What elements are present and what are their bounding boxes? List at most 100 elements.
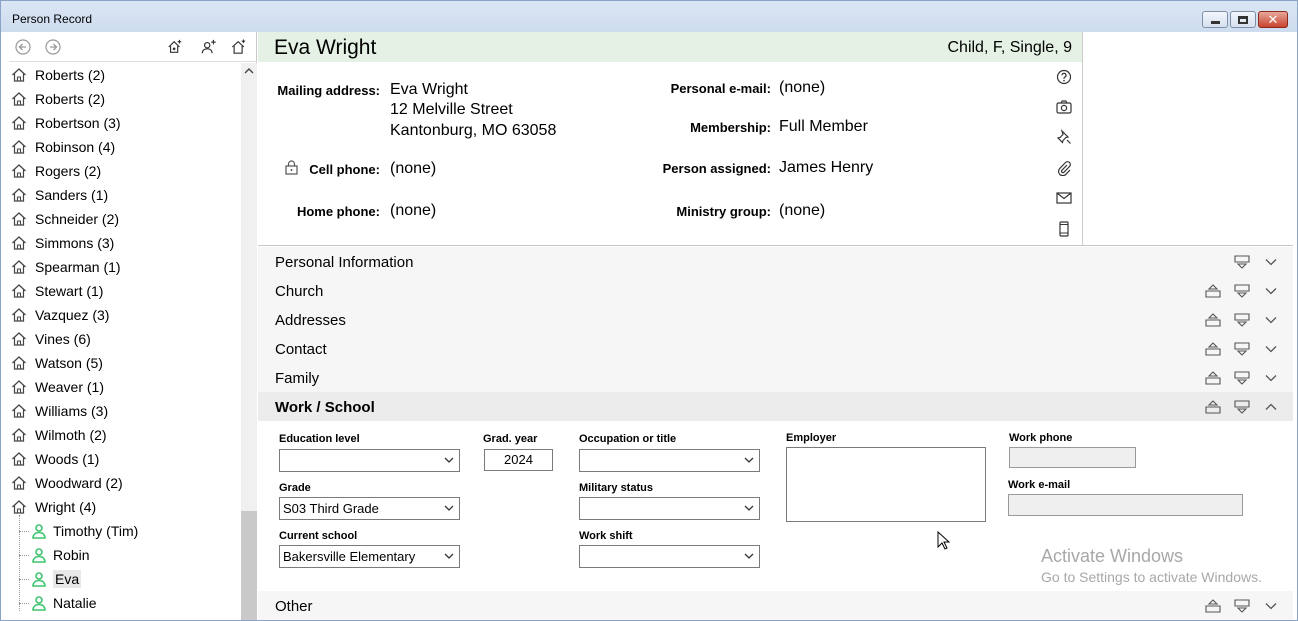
mailing-line-2[interactable]: 12 Melville Street — [390, 101, 513, 119]
person-icon-wrap — [31, 547, 47, 563]
maximize-button[interactable] — [1230, 11, 1256, 28]
move-down-icon — [1234, 599, 1250, 613]
add-person-button[interactable] — [201, 39, 217, 55]
expand-section-button[interactable] — [1261, 311, 1281, 329]
tree-item-family[interactable]: Roberts (2) — [11, 63, 105, 87]
home-phone-value[interactable]: (none) — [390, 202, 436, 220]
help-button[interactable] — [1054, 67, 1074, 87]
military-status-select[interactable] — [579, 497, 760, 520]
occupation-select[interactable] — [579, 449, 760, 472]
education-level-select[interactable] — [279, 449, 460, 472]
tree-item-family[interactable]: Woodward (2) — [11, 471, 123, 495]
section-header[interactable]: Family — [258, 363, 1293, 392]
tree-branch — [19, 555, 29, 556]
minimize-button[interactable] — [1202, 11, 1228, 28]
tree-item-family[interactable]: Schneider (2) — [11, 207, 119, 231]
tree-item-family[interactable]: Wright (4) — [11, 495, 96, 519]
tree-item-family[interactable]: Robinson (4) — [11, 135, 115, 159]
tree-item-person[interactable]: Timothy (Tim) — [31, 519, 138, 543]
tree-item-family[interactable]: Williams (3) — [11, 399, 108, 423]
ministry-group-value[interactable]: (none) — [779, 202, 825, 220]
membership-value[interactable]: Full Member — [779, 118, 868, 136]
move-section-up-button[interactable] — [1203, 311, 1223, 329]
tree-item-label: Williams (3) — [35, 403, 109, 419]
tree-item-family[interactable]: Wilmoth (2) — [11, 423, 107, 447]
section-header[interactable]: Personal Information — [258, 247, 1293, 276]
section-header[interactable]: Church — [258, 276, 1293, 305]
tree-item-family[interactable]: Vines (6) — [11, 327, 91, 351]
tree-item-family[interactable]: Spearman (1) — [11, 255, 121, 279]
tree-item-label: Timothy (Tim) — [53, 523, 139, 539]
current-school-select[interactable]: Bakersville Elementary — [279, 545, 460, 568]
photo-area[interactable] — [1082, 32, 1293, 245]
tree-item-family[interactable]: Woods (1) — [11, 447, 99, 471]
tree-item-family[interactable]: Sanders (1) — [11, 183, 108, 207]
add-person-icon — [201, 39, 216, 54]
membership-label: Membership: — [690, 120, 771, 135]
tree-scrollbar[interactable] — [241, 63, 257, 620]
move-section-down-button[interactable] — [1232, 311, 1252, 329]
expand-section-button[interactable] — [1261, 369, 1281, 387]
tree-item-family[interactable]: Weaver (1) — [11, 375, 104, 399]
section-header[interactable]: Addresses — [258, 305, 1293, 334]
person-assigned-value[interactable]: James Henry — [779, 159, 873, 177]
move-section-down-button[interactable] — [1232, 282, 1252, 300]
move-section-down-button[interactable] — [1232, 253, 1252, 271]
section-header[interactable]: Work / School — [258, 392, 1293, 421]
tree-item-person[interactable]: Robin — [31, 543, 90, 567]
grade-select[interactable]: S03 Third Grade — [279, 497, 460, 520]
scroll-thumb[interactable] — [241, 511, 257, 620]
mailing-line-3[interactable]: Kantonburg, MO 63058 — [390, 122, 556, 140]
personal-email-value[interactable]: (none) — [779, 79, 825, 97]
work-email-input[interactable] — [1008, 494, 1243, 516]
tree-item-family[interactable]: Rogers (2) — [11, 159, 101, 183]
move-section-down-button[interactable] — [1232, 398, 1252, 416]
close-icon: ✕ — [1267, 11, 1279, 27]
tree-item-person[interactable]: Eva — [31, 567, 82, 591]
mailing-line-1[interactable]: Eva Wright — [390, 81, 468, 99]
pin-button[interactable] — [1054, 127, 1074, 147]
move-section-up-button[interactable] — [1203, 369, 1223, 387]
forward-button[interactable] — [45, 39, 61, 55]
move-section-up-button[interactable] — [1203, 398, 1223, 416]
email-button[interactable] — [1054, 188, 1074, 208]
close-button[interactable]: ✕ — [1258, 11, 1288, 28]
cell-phone-value[interactable]: (none) — [390, 160, 436, 178]
photo-button[interactable] — [1054, 97, 1074, 117]
work-phone-input[interactable] — [1009, 447, 1136, 468]
house-icon — [12, 500, 26, 514]
expand-section-button[interactable] — [1261, 597, 1281, 615]
back-button[interactable] — [15, 39, 31, 55]
tree-item-person[interactable]: Natalie — [31, 591, 97, 615]
tree-item-family[interactable]: Simmons (3) — [11, 231, 114, 255]
chevron-up-icon — [1265, 403, 1277, 410]
expand-section-button[interactable] — [1261, 282, 1281, 300]
move-section-down-button[interactable] — [1232, 597, 1252, 615]
expand-section-button[interactable] — [1261, 253, 1281, 271]
move-section-up-button[interactable] — [1203, 282, 1223, 300]
expand-section-button[interactable] — [1261, 340, 1281, 358]
tree-item-family[interactable]: Robertson (3) — [11, 111, 121, 135]
move-section-up-button[interactable] — [1203, 340, 1223, 358]
work-shift-select[interactable] — [579, 545, 760, 568]
move-section-down-button[interactable] — [1232, 369, 1252, 387]
move-section-up-button[interactable] — [1203, 597, 1223, 615]
tree-item-family[interactable]: Roberts (2) — [11, 87, 105, 111]
employer-textarea[interactable] — [786, 447, 986, 522]
grad-year-input[interactable]: 2024 — [484, 449, 553, 471]
move-down-icon — [1234, 255, 1250, 269]
collapse-section-button[interactable] — [1261, 398, 1281, 416]
section-header[interactable]: Contact — [258, 334, 1293, 363]
section-header[interactable]: Other — [258, 591, 1293, 620]
attachment-button[interactable] — [1054, 158, 1074, 178]
move-section-down-button[interactable] — [1232, 340, 1252, 358]
tree-item-family[interactable]: Stewart (1) — [11, 279, 103, 303]
add-family-button[interactable] — [167, 39, 183, 55]
scroll-up-button[interactable] — [241, 63, 257, 79]
tree-item-family[interactable]: Vazquez (3) — [11, 303, 109, 327]
tree-item-family[interactable]: Watson (5) — [11, 351, 103, 375]
add-home-button[interactable] — [231, 39, 247, 55]
lock-icon[interactable] — [285, 160, 298, 175]
mobile-button[interactable] — [1054, 219, 1074, 239]
title-bar: Person Record ✕ — [1, 1, 1297, 32]
